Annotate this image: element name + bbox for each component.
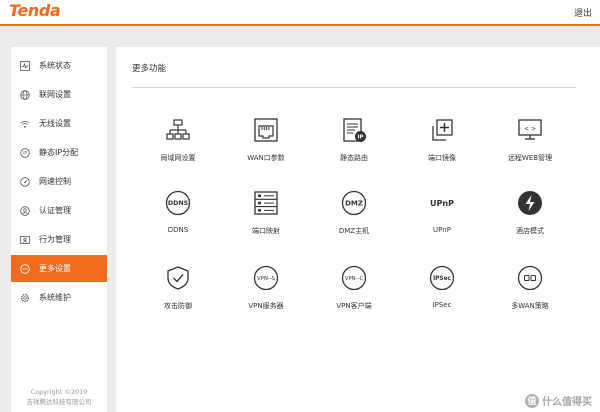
company-name: 吉祥腾达科技有限公司 (26, 398, 92, 406)
sidebar-item-label: 网速控制 (39, 177, 71, 186)
svg-text:IP: IP (357, 135, 363, 141)
globe-icon (20, 89, 30, 100)
port-mapping-icon (254, 191, 278, 215)
tile-port-mapping[interactable]: 端口映射 (226, 190, 306, 250)
gear-icon (20, 293, 30, 303)
sidebar-item-label: 行为管理 (39, 235, 71, 244)
sidebar-item-wireless[interactable]: 无线设置 (11, 110, 107, 137)
watermark-text: 什么值得买 (542, 397, 592, 408)
tile-label: VPN服务器 (248, 302, 284, 310)
sidebar: 系统状态 联网设置 无线设置 IP 静态IP分配 网速控制 认证管理 行为管理 (11, 47, 107, 412)
tile-vpn-server[interactable]: VPN--S VPN服务器 (226, 265, 306, 325)
chat-bubble-icon (20, 263, 30, 274)
tile-label: DMZ主机 (338, 227, 370, 235)
upnp-icon: UPnP (430, 199, 454, 208)
vpn-client-icon: VPN--C (341, 265, 367, 291)
shield-check-icon (167, 266, 189, 290)
tile-static-route[interactable]: IP 静态路由 (314, 117, 394, 177)
sidebar-item-maintenance[interactable]: 系统维护 (11, 284, 107, 311)
svg-text:DMZ: DMZ (345, 199, 363, 207)
hotel-mode-icon (518, 191, 542, 215)
tenda-logo[interactable]: Tenda (9, 1, 61, 20)
svg-text:< >: < > (524, 126, 536, 133)
svg-text:VPN--C: VPN--C (345, 276, 364, 282)
dmz-icon: DMZ (341, 190, 367, 216)
copyright-line: Copyright ©2019 (30, 388, 88, 396)
lan-topology-icon (166, 119, 190, 140)
multi-wan-icon (517, 265, 543, 291)
tile-ddns[interactable]: DDNS DDNS (138, 190, 218, 250)
shield-icon (20, 205, 30, 216)
sidebar-item-speed-control[interactable]: 网速控制 (11, 168, 107, 195)
tile-hotel-mode[interactable]: 酒店模式 (490, 190, 570, 250)
vpn-server-icon: VPN--S (253, 265, 279, 291)
wifi-icon (20, 119, 30, 129)
tile-label: 局域网设置 (160, 154, 196, 162)
tile-label: 端口镜像 (428, 154, 456, 162)
speed-gauge-icon (20, 176, 30, 187)
tile-label: IPSec (432, 301, 452, 309)
remote-monitor-icon: < > (518, 119, 542, 140)
tile-label: DDNS (167, 226, 189, 234)
tile-ipsec[interactable]: IPSec IPSec (402, 265, 482, 325)
sidebar-item-system-status[interactable]: 系统状态 (11, 52, 107, 79)
tile-label: VPN客户端 (336, 302, 372, 310)
tile-label: WAN口参数 (247, 154, 285, 162)
sidebar-item-label: 联网设置 (39, 90, 71, 99)
sidebar-item-network[interactable]: 联网设置 (11, 81, 107, 108)
tile-label: 远程WEB管理 (507, 154, 553, 162)
ethernet-port-icon (254, 118, 278, 142)
sidebar-item-more-settings[interactable]: 更多设置 (11, 255, 107, 282)
sidebar-item-label: 认证管理 (39, 206, 71, 215)
tile-label: 攻击防御 (164, 302, 192, 310)
tile-label: 端口映射 (252, 227, 280, 235)
svg-text:VPN--S: VPN--S (257, 276, 276, 282)
watermark: 值 什么值得买 (525, 393, 592, 408)
sidebar-item-label: 更多设置 (39, 264, 71, 273)
static-route-icon: IP (343, 118, 366, 142)
logout-link[interactable]: 退出 (574, 6, 592, 19)
svg-text:IPSec: IPSec (433, 276, 452, 282)
pulse-icon (20, 60, 30, 71)
tile-label: 静态路由 (340, 154, 368, 162)
tile-upnp[interactable]: UPnP UPnP (402, 190, 482, 250)
svg-text:DDNS: DDNS (168, 200, 189, 207)
main-panel: 更多功能 局域网设置 WAN口参数 IP 静态路由 端口镜像 < > 远程WEB… (116, 47, 600, 412)
sidebar-item-label: 系统状态 (39, 61, 71, 70)
sidebar-item-label: 系统维护 (39, 293, 71, 302)
top-bar: Tenda 退出 (0, 0, 600, 26)
ddns-icon: DDNS (165, 190, 191, 216)
tile-label: 多WAN策略 (511, 302, 549, 310)
tile-port-mirror[interactable]: 端口镜像 (402, 117, 482, 177)
user-card-icon (20, 235, 30, 245)
ipsec-icon: IPSec (429, 265, 455, 291)
page-title: 更多功能 (132, 64, 167, 74)
tile-vpn-client[interactable]: VPN--C VPN客户端 (314, 265, 394, 325)
tile-lan-settings[interactable]: 局域网设置 (138, 117, 218, 177)
tile-remote-web[interactable]: < > 远程WEB管理 (490, 117, 570, 177)
watermark-badge: 值 (525, 393, 539, 408)
sidebar-item-behavior[interactable]: 行为管理 (11, 226, 107, 253)
tile-label: 酒店模式 (516, 227, 544, 235)
port-mirror-icon (432, 119, 453, 141)
tile-dmz-host[interactable]: DMZ DMZ主机 (314, 190, 394, 250)
svg-text:IP: IP (23, 150, 27, 156)
sidebar-item-auth[interactable]: 认证管理 (11, 197, 107, 224)
sidebar-item-label: 静态IP分配 (39, 148, 79, 157)
tile-multi-wan[interactable]: 多WAN策略 (490, 265, 570, 325)
tile-attack-defense[interactable]: 攻击防御 (138, 265, 218, 325)
tile-label: UPnP (433, 226, 451, 234)
sidebar-item-static-ip[interactable]: IP 静态IP分配 (11, 139, 107, 166)
ip-icon: IP (20, 147, 30, 158)
tile-wan-params[interactable]: WAN口参数 (226, 117, 306, 177)
sidebar-item-label: 无线设置 (39, 119, 71, 128)
title-divider (132, 87, 576, 88)
svg-text:UPnP: UPnP (430, 199, 454, 208)
